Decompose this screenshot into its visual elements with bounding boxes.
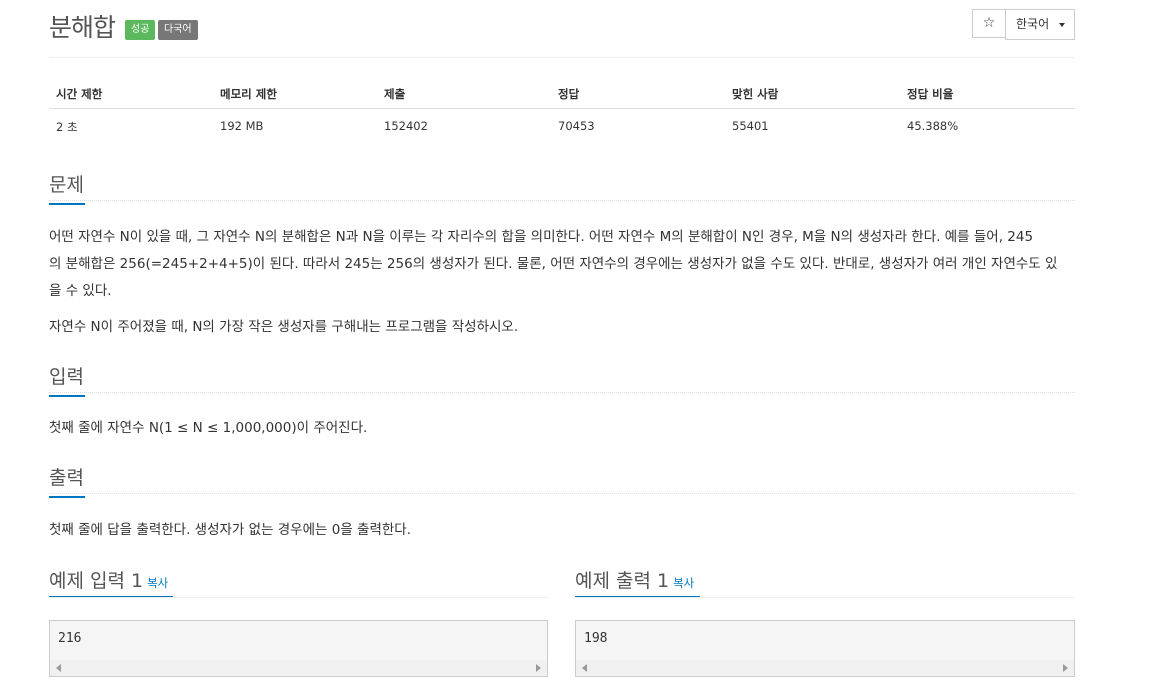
problem-info-table: 시간 제한 메모리 제한 제출 정답 맞힌 사람 정답 비율 2 초 192 M… bbox=[49, 80, 1075, 137]
section-output-title: 출력 bbox=[49, 467, 84, 489]
sample-output-title: 예제 출력 1 bbox=[575, 570, 670, 592]
sample-input-value: 216 bbox=[58, 631, 82, 646]
scroll-right-icon[interactable] bbox=[1063, 664, 1068, 672]
value-accept-ratio: 45.388% bbox=[907, 119, 959, 133]
chevron-down-icon bbox=[1059, 23, 1065, 27]
input-description: 첫째 줄에 자연수 N(1 ≤ N ≤ 1,000,000)이 주어진다. bbox=[49, 420, 368, 436]
status-badge-success: 성공 bbox=[125, 20, 156, 40]
problem-title: 분해합 bbox=[49, 13, 116, 42]
section-problem-heading: 문제 bbox=[49, 170, 85, 205]
section-divider bbox=[49, 200, 1075, 201]
section-underline bbox=[49, 203, 85, 205]
copy-sample-output-button[interactable]: 복사 bbox=[673, 576, 694, 590]
section-divider bbox=[49, 493, 1075, 494]
status-badge-multilang: 다국어 bbox=[158, 20, 198, 40]
section-input-title: 입력 bbox=[49, 366, 84, 388]
sample-output-value: 198 bbox=[584, 631, 608, 646]
section-underline bbox=[49, 496, 85, 498]
info-table-row: 2 초 192 MB 152402 70453 55401 45.388% bbox=[49, 109, 1075, 137]
info-table-header: 시간 제한 메모리 제한 제출 정답 맞힌 사람 정답 비율 bbox=[49, 80, 1075, 109]
header-accept-ratio: 정답 비율 bbox=[907, 87, 954, 101]
header-solved-users: 맞힌 사람 bbox=[732, 87, 779, 101]
scroll-left-icon[interactable] bbox=[582, 664, 587, 672]
sample-output-heading: 예제 출력 1 복사 bbox=[575, 566, 694, 593]
problem-text-line-2: 의 분해합은 256(=245+2+4+5)이 된다. 따라서 245는 256… bbox=[49, 256, 1058, 272]
problem-text-line-1: 어떤 자연수 N이 있을 때, 그 자연수 N의 분해합은 N과 N을 이루는 … bbox=[49, 229, 1034, 245]
favorite-star-button[interactable]: ☆ bbox=[972, 9, 1006, 38]
problem-description: 어떤 자연수 N이 있을 때, 그 자연수 N의 분해합은 N과 N을 이루는 … bbox=[49, 224, 1075, 305]
section-input-heading: 입력 bbox=[49, 362, 85, 397]
scroll-left-icon[interactable] bbox=[56, 664, 61, 672]
header-accepted: 정답 bbox=[558, 87, 580, 101]
section-underline bbox=[49, 395, 85, 397]
value-solved-users: 55401 bbox=[732, 119, 769, 133]
problem-task: 자연수 N이 주어졌을 때, N의 가장 작은 생성자를 구해내는 프로그램을 … bbox=[49, 319, 519, 335]
language-select-label: 한국어 bbox=[1016, 17, 1050, 31]
sample-input-heading: 예제 입력 1 복사 bbox=[49, 566, 168, 593]
section-problem-title: 문제 bbox=[49, 174, 84, 196]
sample-output-divider bbox=[575, 597, 1075, 598]
scroll-right-icon[interactable] bbox=[536, 664, 541, 672]
value-accepted: 70453 bbox=[558, 119, 595, 133]
value-submissions: 152402 bbox=[384, 119, 428, 133]
output-description: 첫째 줄에 답을 출력한다. 생성자가 없는 경우에는 0을 출력한다. bbox=[49, 522, 412, 538]
section-output-heading: 출력 bbox=[49, 463, 85, 498]
horizontal-scrollbar[interactable] bbox=[576, 660, 1074, 676]
value-time-limit: 2 초 bbox=[56, 120, 78, 134]
sample-input-title: 예제 입력 1 bbox=[49, 570, 144, 592]
language-select[interactable]: 한국어 bbox=[1005, 9, 1075, 40]
copy-sample-input-button[interactable]: 복사 bbox=[147, 576, 168, 590]
value-memory-limit: 192 MB bbox=[220, 119, 264, 133]
star-icon: ☆ bbox=[982, 15, 996, 31]
sample-input-box[interactable]: 216 bbox=[49, 620, 548, 677]
header-memory-limit: 메모리 제한 bbox=[220, 87, 277, 101]
problem-text-line-3: 을 수 있다. bbox=[49, 283, 112, 299]
header-time-limit: 시간 제한 bbox=[56, 87, 103, 101]
sample-input-divider bbox=[49, 597, 548, 598]
header-submissions: 제출 bbox=[384, 87, 406, 101]
horizontal-scrollbar[interactable] bbox=[50, 660, 547, 676]
header-divider bbox=[49, 57, 1075, 58]
sample-output-box[interactable]: 198 bbox=[575, 620, 1075, 677]
section-divider bbox=[49, 392, 1075, 393]
